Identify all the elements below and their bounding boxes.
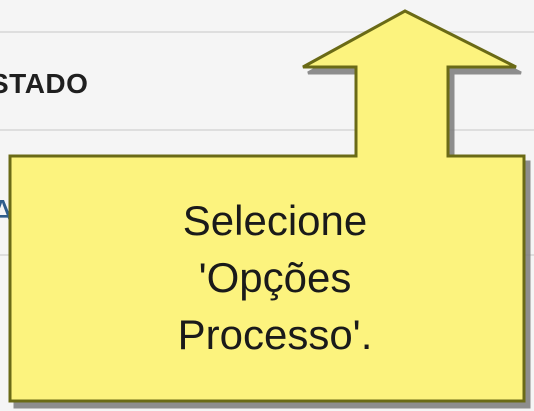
header-row-divider [0,129,534,131]
instruction-callout-text: Selecione 'Opções Processo'. [125,192,425,363]
callout-line-3: Processo'. [177,311,373,359]
column-header-estado[interactable]: STADO [0,70,88,98]
callout-line-2: 'Opções [198,254,352,302]
top-divider [0,31,534,33]
table-cell-fragment: A [0,192,15,233]
column-resize-handle[interactable] [448,73,450,89]
callout-line-1: Selecione [182,197,368,244]
